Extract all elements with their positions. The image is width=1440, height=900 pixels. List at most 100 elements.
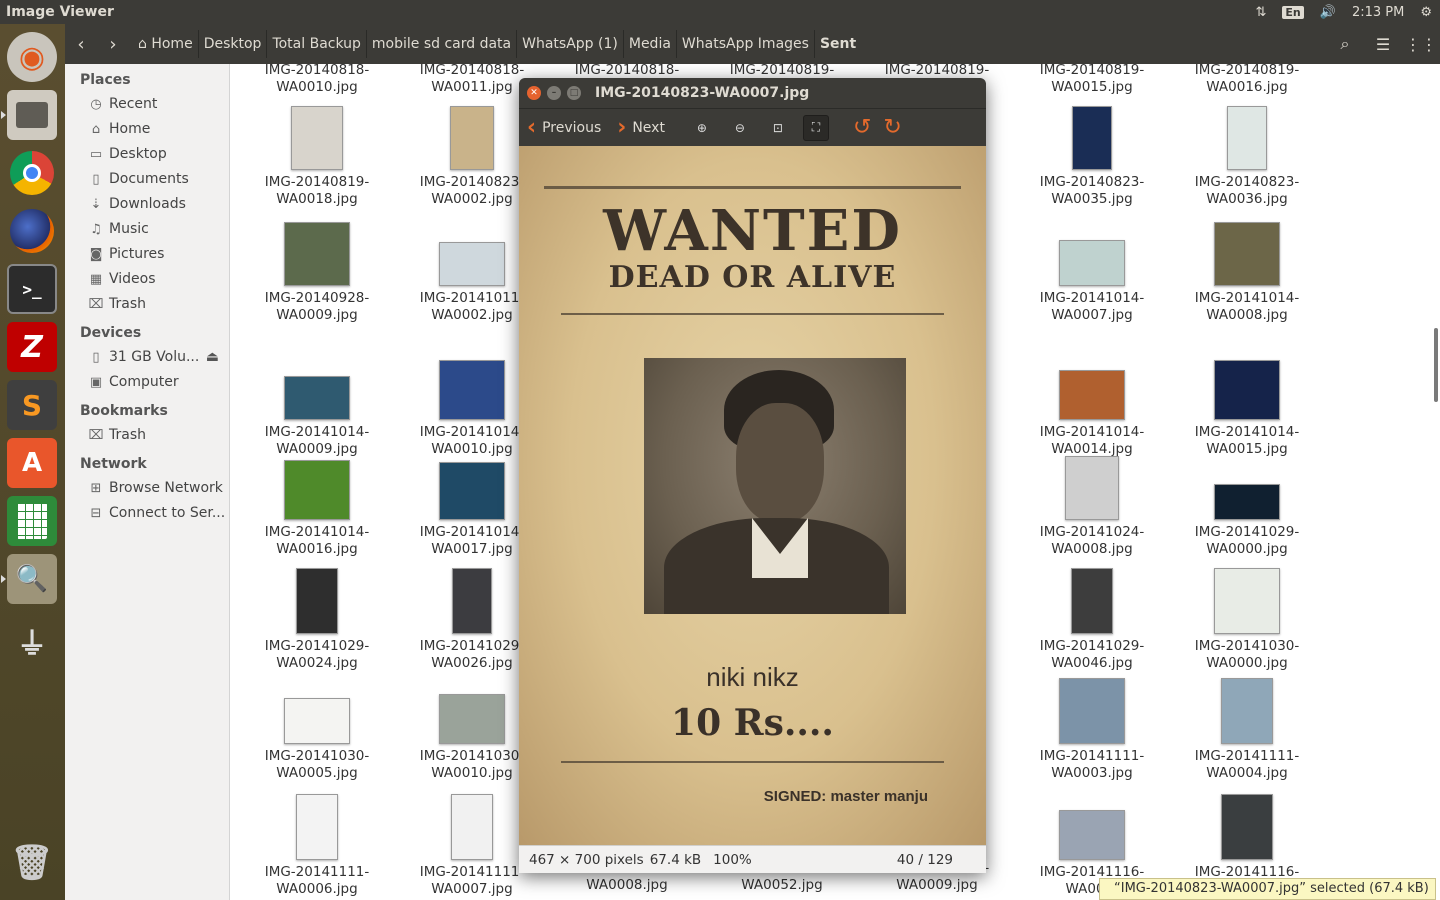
best-fit-icon[interactable]: ⛶ [802, 114, 829, 141]
zoom-in-icon[interactable]: ⊕ [689, 115, 715, 141]
bookmarks-header: Bookmarks [80, 403, 168, 419]
file-item[interactable]: IMG-20141116- [1172, 794, 1322, 881]
back-button[interactable]: ‹ [65, 24, 97, 64]
sidebar-item-recent[interactable]: ◷ Recent [65, 92, 229, 117]
file-item[interactable]: IMG-20140823- WA0035.jpg [1017, 106, 1167, 208]
search-icon[interactable]: ⌕ [1326, 24, 1364, 64]
file-item[interactable]: IMG-20140819- [707, 64, 857, 79]
network-icon: ⊞ [90, 481, 102, 496]
file-name: IMG-20140818- [264, 64, 370, 78]
breadcrumb-home[interactable]: ⌂ Home [133, 30, 199, 58]
sidebar-item-documents[interactable]: ▯ Documents [65, 167, 229, 192]
close-icon[interactable]: ✕ [527, 86, 541, 100]
file-thumbnail [1214, 484, 1280, 520]
image-viewer-icon[interactable]: 🔍 [1, 554, 57, 604]
firefox-icon[interactable] [7, 206, 57, 256]
sidebar-item-music[interactable]: ♫ Music [65, 217, 229, 242]
file-item[interactable]: IMG-20141111- WA0006.jpg [242, 794, 392, 898]
software-center-icon[interactable]: A [7, 438, 57, 488]
file-item[interactable]: IMG-20141030- WA0000.jpg [1172, 568, 1322, 672]
minimize-icon[interactable]: – [547, 86, 561, 100]
file-item[interactable]: IMG-20140819- WA0018.jpg [242, 106, 392, 208]
file-item[interactable]: IMG-20141014- WA0008.jpg [1172, 222, 1322, 324]
file-item[interactable]: IMG-20141111- WA0004.jpg [1172, 678, 1322, 782]
file-item[interactable]: IMG-20140818- [552, 64, 702, 79]
file-name: IMG-20140928- [264, 290, 370, 306]
drive-icon: ▯ [92, 350, 100, 365]
network-transfer-icon[interactable]: ⇅ [1256, 5, 1267, 20]
file-item[interactable]: IMG-20140818- WA0010.jpg [242, 64, 392, 96]
grid-view-icon[interactable]: ⋮⋮ [1402, 24, 1440, 64]
rotate-right-icon[interactable]: ↻ [883, 115, 901, 140]
file-thumbnail [450, 106, 494, 170]
clock[interactable]: 2:13 PM [1352, 5, 1404, 20]
sublime-text-icon[interactable]: S [7, 380, 57, 430]
file-item[interactable]: IMG-20140823- WA0036.jpg [1172, 106, 1322, 208]
file-name-ext: WA0016.jpg [1206, 79, 1288, 95]
sidebar-item-bookmark-trash[interactable]: ⌧ Trash [65, 423, 229, 448]
next-button[interactable]: › Next [609, 109, 673, 147]
file-item[interactable]: IMG-20140819- [862, 64, 1012, 79]
sidebar-item-home[interactable]: ⌂ Home [65, 117, 229, 142]
ubuntu-dash-icon[interactable]: ◉ [7, 32, 57, 82]
chevron-left-icon: ‹ [527, 115, 537, 140]
forward-button[interactable]: › [97, 24, 129, 64]
normal-size-icon[interactable]: ⊡ [765, 115, 791, 141]
file-thumbnail [1227, 106, 1267, 170]
breadcrumb-sent[interactable]: Sent [815, 30, 861, 58]
file-item[interactable]: IMG-20141014- WA0007.jpg [1017, 240, 1167, 324]
sidebar-item-volume[interactable]: ▯ 31 GB Volu... ⏏ [65, 345, 229, 370]
zoom-out-icon[interactable]: ⊖ [727, 115, 753, 141]
breadcrumb-whatsapp-images[interactable]: WhatsApp Images [677, 30, 815, 58]
file-item[interactable]: IMG-20141029- WA0046.jpg [1017, 568, 1167, 672]
file-item[interactable]: IMG-20141014- WA0009.jpg [242, 376, 392, 458]
sidebar-item-browse-network[interactable]: ⊞ Browse Network [65, 476, 229, 501]
viewer-toolbar: ‹ Previous › Next ⊕ ⊖ ⊡ ⛶ ↺ ↻ [519, 108, 986, 146]
previous-button[interactable]: ‹ Previous [519, 109, 609, 147]
keyboard-layout-indicator[interactable]: En [1282, 5, 1304, 19]
breadcrumb-total-backup[interactable]: Total Backup [267, 30, 367, 58]
files-manager-icon[interactable] [1, 90, 57, 140]
menu-icon[interactable]: ☰ [1364, 24, 1402, 64]
file-item[interactable]: IMG-20141030- WA0005.jpg [242, 698, 392, 782]
trash-launcher-icon[interactable]: 🗑 [7, 838, 57, 888]
sidebar-item-desktop[interactable]: ▭ Desktop [65, 142, 229, 167]
sidebar-item-pictures[interactable]: ◙ Pictures [65, 242, 229, 267]
spreadsheet-icon[interactable] [7, 496, 57, 546]
sidebar-item-videos[interactable]: ▦ Videos [65, 267, 229, 292]
file-item[interactable]: IMG-20141029- WA0000.jpg [1172, 484, 1322, 558]
volume-icon[interactable]: 🔊 [1320, 5, 1336, 20]
sidebar-item-trash[interactable]: ⌧ Trash [65, 292, 229, 317]
maximize-icon[interactable]: □ [567, 86, 581, 100]
file-thumbnail [1214, 568, 1280, 634]
file-item[interactable]: IMG-20140819- WA0016.jpg [1172, 64, 1322, 96]
file-item[interactable]: IMG-20141024- WA0008.jpg [1017, 456, 1167, 558]
file-name: IMG-20141014- [1039, 424, 1145, 440]
filezilla-icon[interactable]: Z [7, 322, 57, 372]
file-item[interactable]: IMG-20141111- WA0003.jpg [1017, 678, 1167, 782]
file-item[interactable]: IMG-20141014- WA0014.jpg [1017, 370, 1167, 458]
file-item[interactable]: IMG-20140928- WA0009.jpg [242, 222, 392, 324]
file-item[interactable]: IMG-20140819- WA0015.jpg [1017, 64, 1167, 96]
file-item[interactable]: IMG-20141014- WA0016.jpg [242, 460, 392, 558]
chevron-right-icon: › [617, 115, 627, 140]
usb-drive-icon[interactable]: ⏚ [7, 616, 57, 666]
sidebar-item-downloads[interactable]: ⇣ Downloads [65, 192, 229, 217]
poster-subtitle: DEAD OR ALIVE [608, 260, 897, 295]
sidebar-item-computer[interactable]: ▣ Computer [65, 370, 229, 395]
breadcrumb-mobile-sd[interactable]: mobile sd card data [367, 30, 518, 58]
breadcrumb-whatsapp[interactable]: WhatsApp (1) [517, 30, 624, 58]
chrome-icon[interactable] [7, 148, 57, 198]
breadcrumb-media[interactable]: Media [624, 30, 677, 58]
sidebar-item-connect-server[interactable]: ⊟ Connect to Ser... [65, 501, 229, 526]
scrollbar[interactable] [1434, 328, 1438, 402]
computer-icon: ▣ [89, 375, 103, 390]
breadcrumb-desktop[interactable]: Desktop [199, 30, 268, 58]
file-item[interactable]: IMG-20141029- WA0024.jpg [242, 568, 392, 672]
download-icon: ⇣ [90, 197, 102, 212]
terminal-icon[interactable]: >_ [7, 264, 57, 314]
eject-icon[interactable]: ⏏ [206, 345, 219, 370]
rotate-left-icon[interactable]: ↺ [853, 115, 871, 140]
file-item[interactable]: IMG-20141014- WA0015.jpg [1172, 360, 1322, 458]
settings-gear-icon[interactable]: ⚙ [1420, 5, 1432, 20]
